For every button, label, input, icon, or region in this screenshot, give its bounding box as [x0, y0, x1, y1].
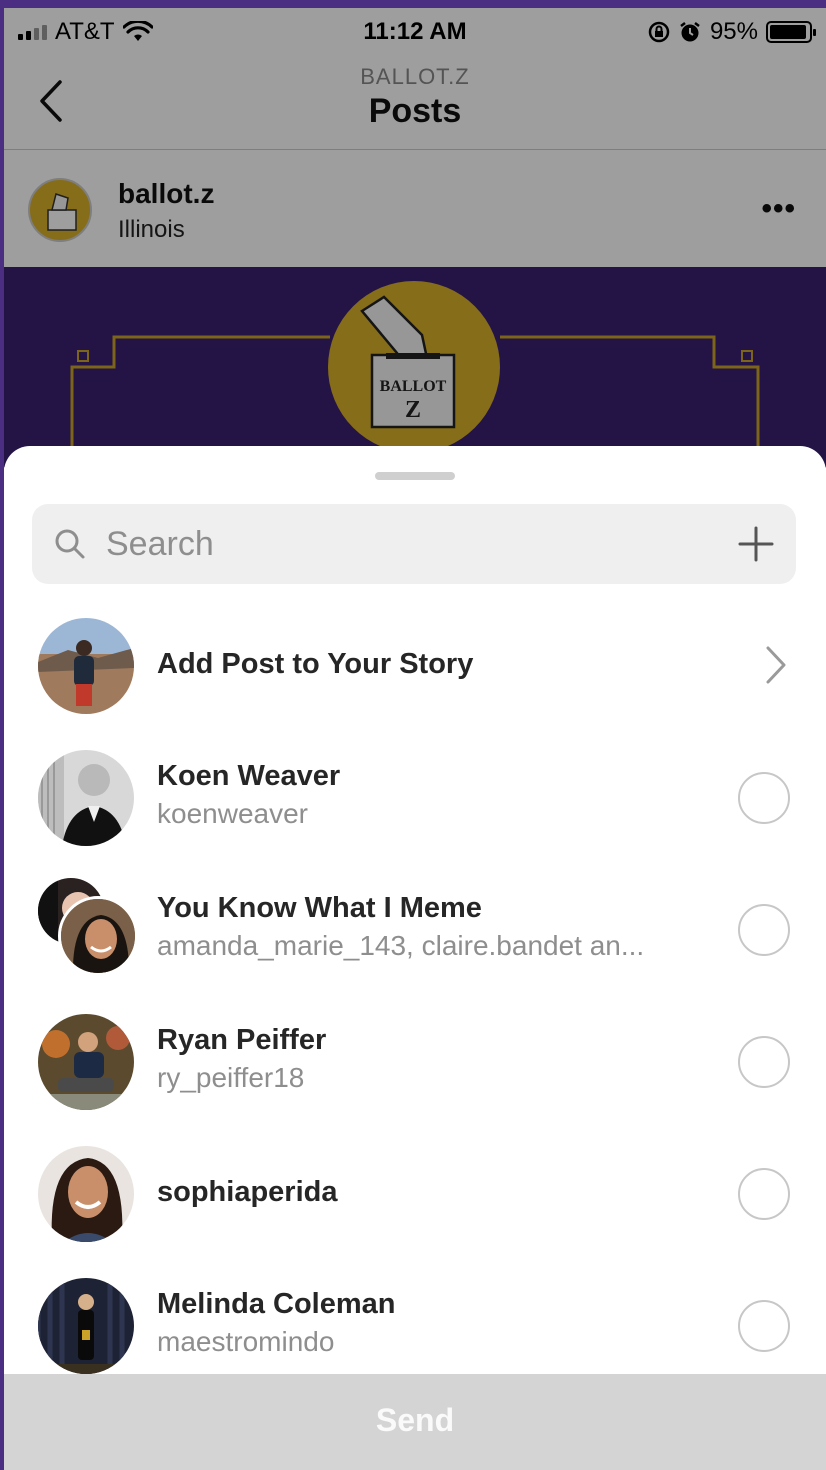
- contact-username: ry_peiffer18: [157, 1062, 305, 1093]
- story-row-label: Add Post to Your Story: [157, 648, 474, 680]
- contact-row[interactable]: sophiaperida: [4, 1128, 826, 1259]
- add-to-story-row[interactable]: Add Post to Your Story: [4, 600, 826, 731]
- send-label: Send: [375, 1402, 455, 1438]
- sheet-grabber[interactable]: [375, 472, 455, 480]
- avatar: [38, 618, 134, 714]
- select-radio[interactable]: [738, 1300, 790, 1352]
- search-icon: [55, 529, 85, 559]
- phone-screen: AT&T 11:12 AM 95% BALLOT.Z Posts ballot.…: [4, 8, 826, 1470]
- select-radio[interactable]: [738, 904, 790, 956]
- avatar: [38, 750, 134, 846]
- send-button[interactable]: Send: [4, 1374, 826, 1470]
- select-radio[interactable]: [738, 772, 790, 824]
- contact-row[interactable]: Ryan Peiffer ry_peiffer18: [4, 996, 826, 1127]
- contact-row[interactable]: You Know What I Meme amanda_marie_143, c…: [4, 864, 826, 995]
- contact-username: koenweaver: [157, 798, 308, 829]
- avatar: [38, 1014, 134, 1110]
- contact-name: Koen Weaver: [157, 760, 341, 792]
- contact-name: sophiaperida: [157, 1176, 338, 1208]
- select-radio[interactable]: [738, 1168, 790, 1220]
- chevron-right-icon: [766, 646, 786, 684]
- search-bar: [32, 504, 796, 584]
- avatar: [58, 896, 138, 976]
- avatar: [38, 1278, 134, 1374]
- contact-name: You Know What I Meme: [157, 892, 482, 924]
- share-sheet: Add Post to Your Story Koen Weaver koenw…: [4, 446, 826, 1470]
- background-dim-overlay[interactable]: [4, 8, 826, 468]
- contact-username: amanda_marie_143, claire.bandet an...: [157, 930, 645, 961]
- contact-row[interactable]: Melinda Coleman maestromindo: [4, 1260, 826, 1391]
- plus-icon[interactable]: [736, 524, 776, 564]
- contact-name: Melinda Coleman: [157, 1288, 396, 1320]
- select-radio[interactable]: [738, 1036, 790, 1088]
- search-input[interactable]: [106, 518, 706, 570]
- contact-name: Ryan Peiffer: [157, 1024, 327, 1056]
- group-avatar: [38, 878, 138, 978]
- contact-row[interactable]: Koen Weaver koenweaver: [4, 732, 826, 863]
- contact-username: maestromindo: [157, 1326, 335, 1357]
- avatar: [38, 1146, 134, 1242]
